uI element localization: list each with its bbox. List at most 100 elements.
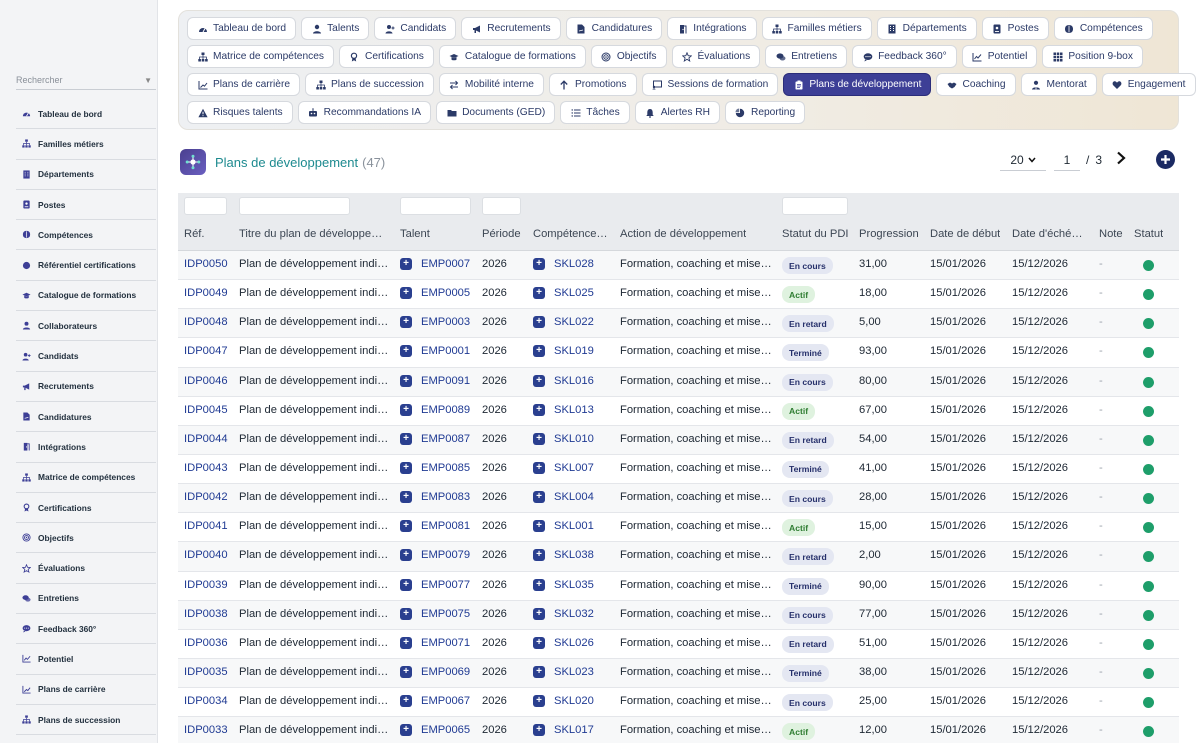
page-number-input[interactable]: 1 [1054, 149, 1080, 171]
sidebar-item-feedback-360[interactable]: Feedback 360° [16, 614, 156, 645]
col-talent-header[interactable]: Talent [400, 228, 430, 240]
cell-ref[interactable]: IDP0044 [184, 433, 228, 445]
competence-link[interactable]: SKL017 [554, 724, 594, 736]
cell-ref[interactable]: IDP0034 [184, 695, 228, 707]
competence-link[interactable]: SKL032 [554, 608, 594, 620]
nav-chip-plans-de-developpement[interactable]: Plans de développement [783, 73, 932, 96]
competence-link[interactable]: SKL022 [554, 316, 594, 328]
nav-chip-plans-de-succession[interactable]: Plans de succession [305, 73, 434, 96]
sidebar-item-departements[interactable]: Départements [16, 160, 156, 190]
nav-chip-documents-ged[interactable]: Documents (GED) [436, 101, 556, 124]
next-page-button[interactable] [1116, 151, 1126, 170]
table-row[interactable]: IDP0043 Plan de développement indi… + EM… [178, 455, 1179, 485]
col-date-echeance-header[interactable]: Date d'éché… [1012, 228, 1083, 240]
nav-chip-plans-de-carriere[interactable]: Plans de carrière [187, 73, 301, 96]
nav-chip-mobilite-interne[interactable]: Mobilité interne [438, 73, 544, 96]
sidebar-item-potentiel[interactable]: Potentiel [16, 644, 156, 675]
expand-plus-icon[interactable]: + [533, 287, 545, 300]
expand-plus-icon[interactable]: + [400, 287, 412, 300]
expand-plus-icon[interactable]: + [400, 461, 412, 474]
sidebar-item-objectifs[interactable]: Objectifs [16, 523, 156, 554]
col-action-header[interactable]: Action de développement [620, 228, 746, 240]
talent-link[interactable]: EMP0083 [421, 491, 470, 503]
col-ref-header[interactable]: Réf. [184, 228, 205, 240]
expand-plus-icon[interactable]: + [400, 374, 412, 387]
sidebar-item-candidats[interactable]: Candidats [16, 341, 156, 372]
nav-chip-integrations[interactable]: Intégrations [667, 17, 757, 40]
sidebar-item-evaluations[interactable]: Évaluations [16, 553, 156, 584]
col-statut-header[interactable]: Statut [1134, 228, 1163, 240]
talent-link[interactable]: EMP0067 [421, 695, 470, 707]
expand-plus-icon[interactable]: + [533, 316, 545, 329]
per-page-select[interactable]: 20 [1000, 149, 1046, 171]
cell-ref[interactable]: IDP0035 [184, 666, 228, 678]
sidebar-item-collaborateurs[interactable]: Collaborateurs [16, 311, 156, 342]
expand-plus-icon[interactable]: + [400, 695, 412, 708]
expand-plus-icon[interactable]: + [533, 461, 545, 474]
expand-plus-icon[interactable]: + [533, 607, 545, 620]
expand-plus-icon[interactable]: + [533, 578, 545, 591]
competence-link[interactable]: SKL028 [554, 258, 594, 270]
sidebar-search-input[interactable]: Rechercher ▼ [16, 70, 156, 90]
nav-chip-catalogue-de-formations[interactable]: Catalogue de formations [438, 45, 586, 68]
expand-plus-icon[interactable]: + [400, 491, 412, 504]
talent-link[interactable]: EMP0003 [421, 316, 470, 328]
col-progression-header[interactable]: Progression [859, 228, 919, 240]
filter-ref-input[interactable] [184, 197, 227, 215]
col-titre-header[interactable]: Titre du plan de développe… [239, 228, 382, 240]
table-row[interactable]: IDP0041 Plan de développement indi… + EM… [178, 513, 1179, 543]
table-row[interactable]: IDP0044 Plan de développement indi… + EM… [178, 425, 1179, 455]
nav-chip-departements[interactable]: Départements [876, 17, 977, 40]
filter-periode-input[interactable] [482, 197, 521, 215]
table-row[interactable]: IDP0050 Plan de développement indi… + EM… [178, 251, 1179, 281]
nav-chip-candidats[interactable]: Candidats [374, 17, 457, 40]
nav-chip-familles-metiers[interactable]: Familles métiers [761, 17, 872, 40]
cell-ref[interactable]: IDP0040 [184, 549, 228, 561]
talent-link[interactable]: EMP0005 [421, 287, 470, 299]
sidebar-item-plans-de-carriere[interactable]: Plans de carrière [16, 675, 156, 705]
cell-ref[interactable]: IDP0036 [184, 637, 228, 649]
expand-plus-icon[interactable]: + [400, 578, 412, 591]
cell-ref[interactable]: IDP0046 [184, 375, 228, 387]
nav-chip-alertes-rh[interactable]: Alertes RH [634, 101, 720, 124]
cell-ref[interactable]: IDP0050 [184, 258, 228, 270]
competence-link[interactable]: SKL016 [554, 375, 594, 387]
nav-chip-coaching[interactable]: Coaching [936, 73, 1016, 96]
expand-plus-icon[interactable]: + [533, 695, 545, 708]
nav-chip-competences[interactable]: Compétences [1053, 17, 1153, 40]
expand-plus-icon[interactable]: + [533, 520, 545, 533]
talent-link[interactable]: EMP0001 [421, 345, 470, 357]
table-row[interactable]: IDP0046 Plan de développement indi… + EM… [178, 367, 1179, 397]
filter-statut-pdi-input[interactable] [782, 197, 848, 215]
table-row[interactable]: IDP0045 Plan de développement indi… + EM… [178, 397, 1179, 426]
cell-ref[interactable]: IDP0049 [184, 287, 228, 299]
expand-plus-icon[interactable]: + [400, 403, 412, 416]
competence-link[interactable]: SKL013 [554, 404, 594, 416]
table-row[interactable]: IDP0040 Plan de développement indi… + EM… [178, 542, 1179, 572]
competence-link[interactable]: SKL004 [554, 491, 594, 503]
nav-chip-engagement[interactable]: Engagement [1101, 73, 1196, 96]
caret-down-icon[interactable]: ▼ [144, 76, 152, 85]
cell-ref[interactable]: IDP0043 [184, 462, 228, 474]
sidebar-item-candidatures[interactable]: Candidatures [16, 402, 156, 433]
expand-plus-icon[interactable]: + [533, 636, 545, 649]
talent-link[interactable]: EMP0007 [421, 258, 470, 270]
nav-chip-recrutements[interactable]: Recrutements [461, 17, 561, 40]
sidebar-item-tableau-de-bord[interactable]: Tableau de bord [16, 99, 156, 130]
col-periode-header[interactable]: Période [482, 228, 521, 240]
sidebar-item-matrice-de-competences[interactable]: Matrice de compétences [16, 463, 156, 493]
expand-plus-icon[interactable]: + [400, 258, 412, 270]
competence-link[interactable]: SKL038 [554, 549, 594, 561]
expand-plus-icon[interactable]: + [533, 432, 545, 445]
nav-chip-mentorat[interactable]: Mentorat [1020, 73, 1097, 96]
filter-titre-input[interactable] [239, 197, 350, 215]
expand-plus-icon[interactable]: + [400, 316, 412, 329]
table-row[interactable]: IDP0049 Plan de développement indi… + EM… [178, 280, 1179, 310]
sidebar-item-catalogue-de-formations[interactable]: Catalogue de formations [16, 281, 156, 312]
nav-chip-sessions-de-formation[interactable]: Sessions de formation [641, 73, 779, 96]
nav-chip-risques-talents[interactable]: Risques talents [187, 101, 293, 124]
filter-talent-input[interactable] [400, 197, 471, 215]
col-competence-header[interactable]: Compétence… [533, 228, 608, 240]
cell-ref[interactable]: IDP0039 [184, 579, 228, 591]
table-row[interactable]: IDP0039 Plan de développement indi… + EM… [178, 572, 1179, 601]
